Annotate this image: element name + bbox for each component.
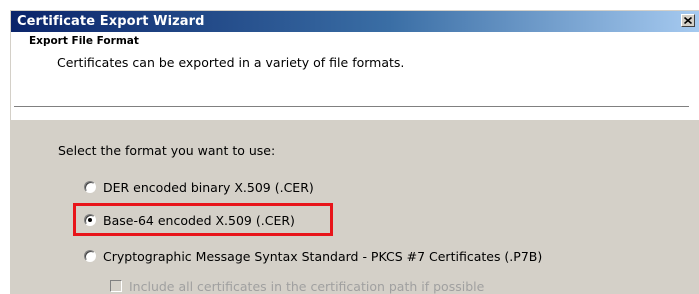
include-path-checkbox [110,280,122,292]
radio-button-base64[interactable] [84,214,96,226]
title-bar[interactable]: Certificate Export Wizard [11,11,699,32]
include-path-label: Include all certificates in the certific… [129,278,485,294]
radio-button-pkcs7[interactable] [84,250,96,262]
radio-button-der[interactable] [84,181,96,193]
close-icon [684,17,692,24]
include-path-option: Include all certificates in the certific… [110,278,484,294]
header-separator [14,106,689,108]
radio-label-base64[interactable]: Base-64 encoded X.509 (.CER) [103,213,295,228]
radio-option-pkcs7[interactable]: Cryptographic Message Syntax Standard - … [84,247,542,265]
close-button[interactable] [681,14,695,27]
radio-option-base64[interactable]: Base-64 encoded X.509 (.CER) [84,211,295,229]
format-prompt: Select the format you want to use: [58,143,276,158]
radio-label-der[interactable]: DER encoded binary X.509 (.CER) [103,180,314,195]
radio-label-pkcs7[interactable]: Cryptographic Message Syntax Standard - … [103,249,542,264]
window-title: Certificate Export Wizard [17,14,205,29]
page-title: Export File Format [29,35,139,47]
page-subtitle: Certificates can be exported in a variet… [57,55,405,70]
radio-option-der[interactable]: DER encoded binary X.509 (.CER) [84,178,314,196]
